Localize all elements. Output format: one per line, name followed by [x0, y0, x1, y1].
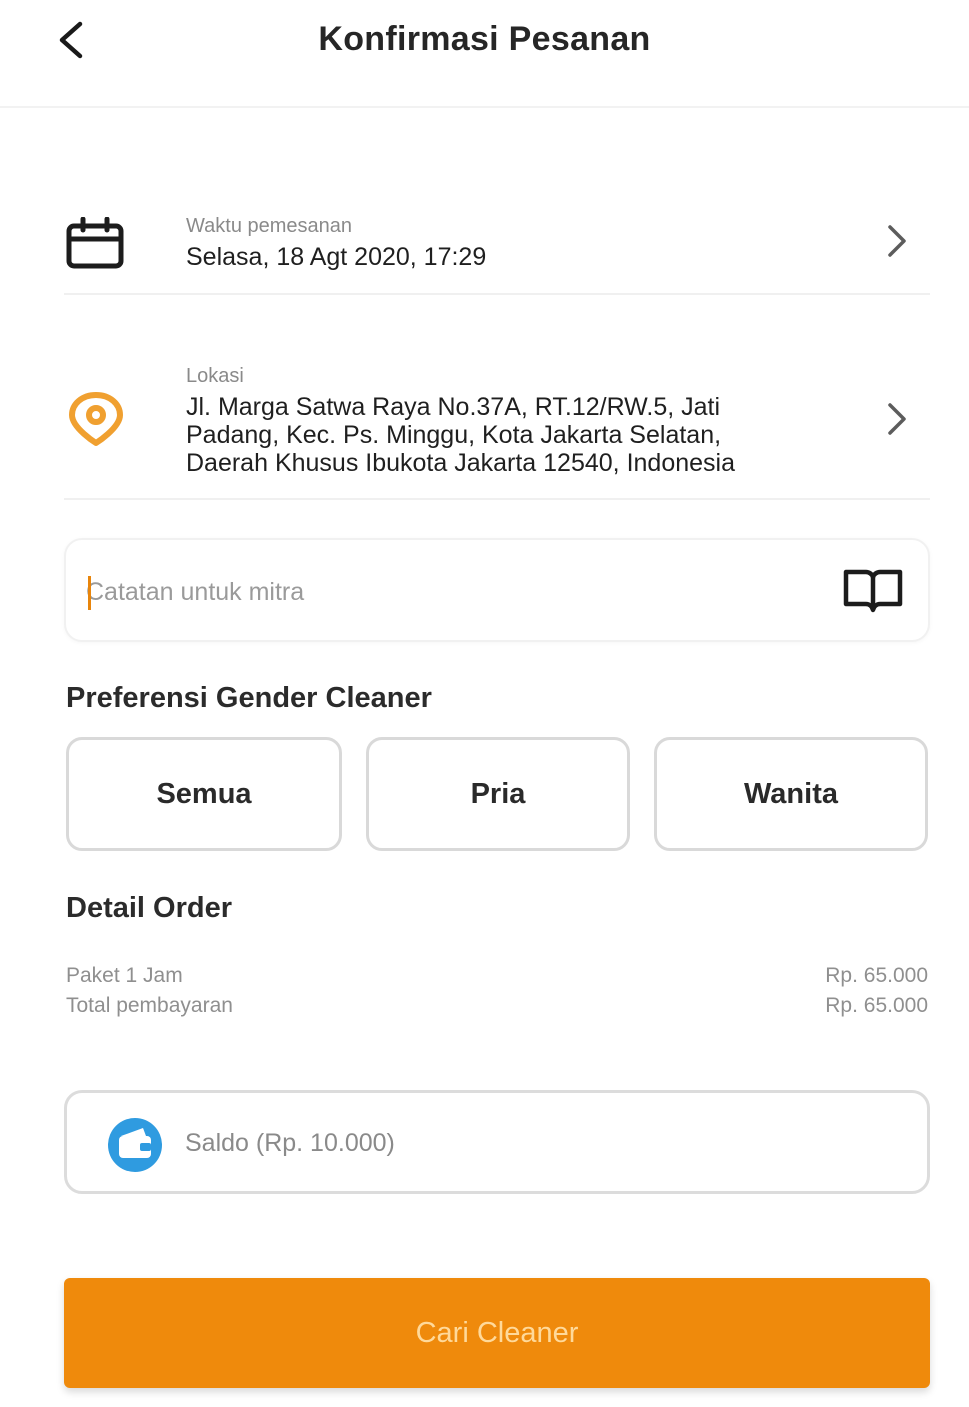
- gender-option-semua[interactable]: Semua: [66, 737, 342, 851]
- balance-text: Saldo (Rp. 10.000): [185, 1129, 395, 1157]
- page-title: Konfirmasi Pesanan: [318, 20, 651, 58]
- partner-note-field[interactable]: [64, 538, 930, 642]
- location-pin-icon: [69, 392, 123, 446]
- order-time-value: Selasa, 18 Agt 2020, 17:29: [186, 243, 487, 271]
- order-time-label: Waktu pemesanan: [186, 215, 353, 237]
- location-address: Jl. Marga Satwa Raya No.37A, RT.12/RW.5,…: [186, 393, 866, 477]
- chevron-right-icon: [888, 403, 906, 435]
- book-icon[interactable]: [842, 566, 904, 614]
- package-amount: Rp. 65.000: [825, 964, 928, 987]
- location-label: Lokasi: [186, 365, 244, 387]
- wallet-icon: [108, 1118, 162, 1172]
- total-payment-label: Total pembayaran: [66, 994, 233, 1017]
- address-line: Padang, Kec. Ps. Minggu, Kota Jakarta Se…: [186, 421, 722, 449]
- detail-order-title: Detail Order: [66, 892, 232, 924]
- text-caret: [88, 576, 91, 610]
- partner-note-input[interactable]: [86, 570, 826, 614]
- gender-option-wanita[interactable]: Wanita: [654, 737, 928, 851]
- package-label: Paket 1 Jam: [66, 964, 183, 987]
- calendar-icon: [66, 217, 124, 269]
- app-header: Konfirmasi Pesanan: [0, 0, 969, 108]
- balance-payment-option[interactable]: Saldo (Rp. 10.000): [64, 1090, 930, 1194]
- order-time-row[interactable]: Waktu pemesanan Selasa, 18 Agt 2020, 17:…: [64, 195, 930, 295]
- location-row[interactable]: Lokasi Jl. Marga Satwa Raya No.37A, RT.1…: [64, 345, 930, 500]
- address-line: Daerah Khusus Ibukota Jakarta 12540, Ind…: [186, 449, 735, 477]
- find-cleaner-button[interactable]: Cari Cleaner: [64, 1278, 930, 1388]
- address-line: Jl. Marga Satwa Raya No.37A, RT.12/RW.5,…: [186, 393, 721, 421]
- total-payment-amount: Rp. 65.000: [825, 994, 928, 1017]
- gender-preference-title: Preferensi Gender Cleaner: [66, 682, 432, 714]
- chevron-right-icon: [888, 225, 906, 257]
- order-confirmation-screen: Konfirmasi Pesanan Waktu pemesanan Selas…: [0, 0, 969, 1407]
- gender-option-pria[interactable]: Pria: [366, 737, 630, 851]
